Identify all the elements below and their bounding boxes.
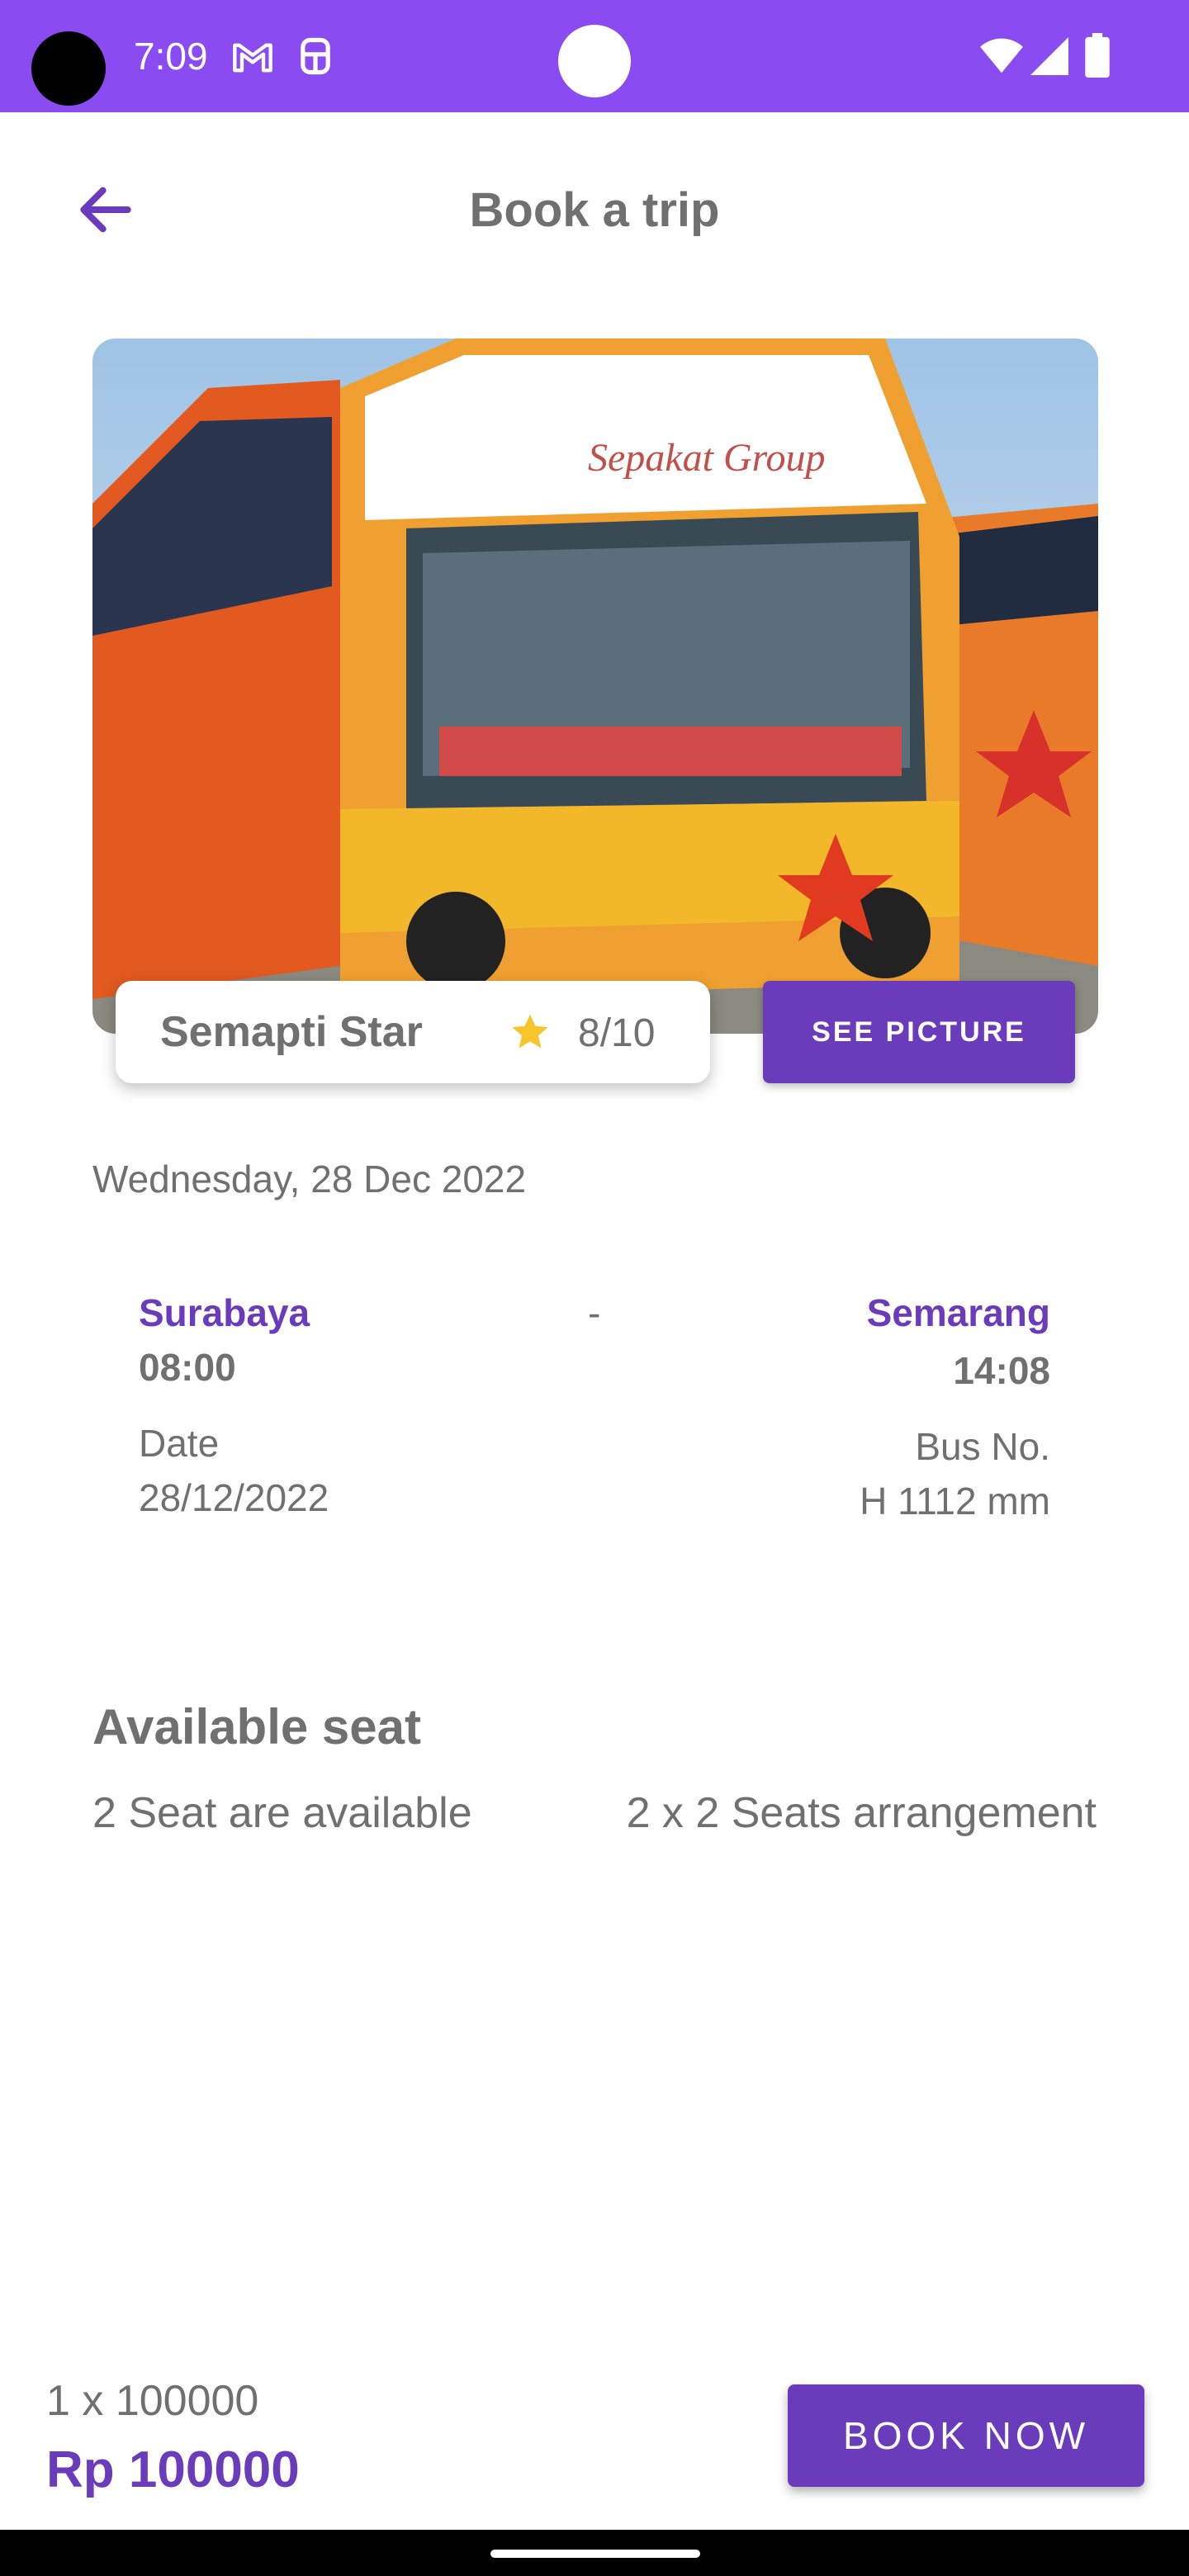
book-now-button[interactable]: BOOK NOW <box>788 2384 1144 2487</box>
available-seat-heading: Available seat <box>92 1699 421 1754</box>
bus-number-value: H 1112 mm <box>860 1480 1050 1522</box>
price-total: Rp 100000 <box>46 2441 300 2498</box>
origin-city: Surabaya <box>139 1291 310 1334</box>
home-indicator[interactable] <box>490 2550 700 2558</box>
price-quantity: 1 x 100000 <box>46 2377 259 2425</box>
bus-number-label: Bus No. <box>915 1425 1050 1468</box>
route-separator: - <box>588 1291 601 1334</box>
page-title: Book a trip <box>469 183 720 237</box>
departure-time: 08:00 <box>139 1346 236 1389</box>
wifi-icon <box>980 38 1023 73</box>
arrival-time: 14:08 <box>953 1349 1050 1392</box>
bus-info-card: Semapti Star 8/10 <box>116 981 710 1083</box>
see-picture-button[interactable]: SEE PICTURE <box>763 981 1075 1083</box>
destination-city: Semarang <box>866 1291 1050 1334</box>
status-time: 7:09 <box>134 35 208 78</box>
camera-cutout <box>31 31 106 106</box>
trip-date: Wednesday, 28 Dec 2022 <box>92 1158 527 1200</box>
signal-icon <box>1030 37 1068 75</box>
front-camera <box>558 25 631 97</box>
seat-availability: 2 Seat are available <box>92 1789 472 1837</box>
bus-name: Semapti Star <box>160 1008 423 1056</box>
android-icon <box>301 37 330 75</box>
battery-icon <box>1085 33 1110 78</box>
rating-value: 8/10 <box>578 1011 656 1055</box>
star-icon <box>512 1014 548 1049</box>
gmail-icon <box>233 43 272 73</box>
svg-text:Sepakat Group: Sepakat Group <box>588 436 826 480</box>
date-value: 28/12/2022 <box>139 1476 329 1519</box>
date-label: Date <box>139 1422 220 1465</box>
bus-photo[interactable]: Sepakat Group <box>92 339 1098 1034</box>
seat-arrangement: 2 x 2 Seats arrangement <box>626 1789 1097 1837</box>
